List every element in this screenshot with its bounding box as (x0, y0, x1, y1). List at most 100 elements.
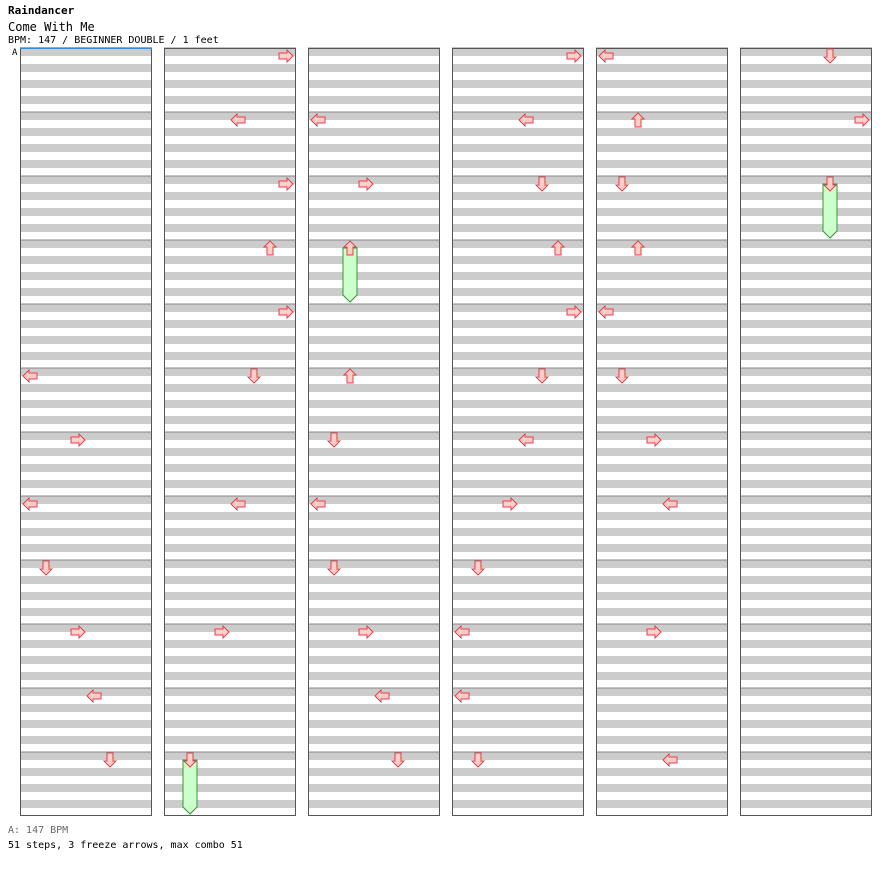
beat-stripe (740, 192, 872, 200)
beat-stripe (740, 608, 872, 616)
beat-stripe (308, 496, 440, 504)
freeze-arrow (342, 247, 358, 303)
beat-stripe (164, 512, 296, 520)
beat-stripe (20, 560, 152, 568)
beat-stripe (164, 576, 296, 584)
beat-stripe (20, 704, 152, 712)
beat-stripe (164, 320, 296, 328)
beat-stripe (740, 112, 872, 120)
beat-stripe (20, 576, 152, 584)
bpm-legend: A: 147 BPM (8, 825, 69, 836)
beat-stripe (20, 608, 152, 616)
beat-stripe (452, 688, 584, 696)
beat-stripe (452, 320, 584, 328)
beat-stripe (20, 288, 152, 296)
beat-stripe (452, 224, 584, 232)
beat-stripe (596, 96, 728, 104)
beat-stripe (308, 464, 440, 472)
beat-stripe (308, 736, 440, 744)
freeze-arrow (822, 183, 838, 239)
beat-stripe (164, 272, 296, 280)
beat-stripe (452, 720, 584, 728)
beat-stripe (164, 432, 296, 440)
beat-stripe (452, 272, 584, 280)
beat-stripe (596, 160, 728, 168)
beat-stripe (164, 464, 296, 472)
beat-stripe (740, 576, 872, 584)
beat-stripe (740, 96, 872, 104)
beat-stripe (308, 624, 440, 632)
beat-stripe (740, 512, 872, 520)
beat-stripe (164, 80, 296, 88)
beat-stripe (164, 64, 296, 72)
beat-stripe (452, 464, 584, 472)
beat-stripe (452, 112, 584, 120)
beat-stripe (20, 176, 152, 184)
beat-stripe (20, 272, 152, 280)
beat-stripe (308, 672, 440, 680)
beat-stripe (596, 720, 728, 728)
beat-stripe (596, 480, 728, 488)
beat-stripe (452, 592, 584, 600)
beat-stripe (596, 320, 728, 328)
step-chart (20, 47, 872, 816)
beat-stripe (20, 400, 152, 408)
beat-stripe (452, 448, 584, 456)
beat-stripe (308, 112, 440, 120)
beat-stripe (20, 448, 152, 456)
beat-stripe (20, 96, 152, 104)
beat-stripe (308, 640, 440, 648)
beat-stripe (740, 128, 872, 136)
beat-stripe (308, 144, 440, 152)
beat-stripe (20, 624, 152, 632)
beat-stripe (596, 336, 728, 344)
beat-stripe (308, 352, 440, 360)
beat-stripe (164, 544, 296, 552)
beat-stripe (164, 256, 296, 264)
beat-stripe (740, 704, 872, 712)
beat-stripe (452, 800, 584, 808)
beat-stripe (740, 784, 872, 792)
beat-stripe (740, 592, 872, 600)
beat-stripe (20, 80, 152, 88)
beat-stripe (308, 448, 440, 456)
beat-stripe (740, 80, 872, 88)
beat-stripe (740, 720, 872, 728)
beat-stripe (740, 352, 872, 360)
beat-stripe (596, 752, 728, 760)
beat-stripe (308, 48, 440, 56)
beat-stripe (740, 656, 872, 664)
beat-stripe (740, 240, 872, 248)
beat-stripe (308, 176, 440, 184)
beat-stripe (308, 576, 440, 584)
beat-stripe (308, 800, 440, 808)
beat-stripe (596, 304, 728, 312)
beat-stripe (308, 704, 440, 712)
beat-stripe (596, 400, 728, 408)
beat-stripe (20, 304, 152, 312)
beat-stripe (452, 304, 584, 312)
beat-stripe (740, 480, 872, 488)
beat-stripe (452, 336, 584, 344)
beat-stripe (596, 624, 728, 632)
beat-stripe (308, 160, 440, 168)
beat-stripe (164, 448, 296, 456)
beat-stripe (740, 384, 872, 392)
beat-stripe (740, 688, 872, 696)
beat-stripe (20, 208, 152, 216)
beat-stripe (308, 560, 440, 568)
beat-stripe (740, 768, 872, 776)
beat-stripe (164, 560, 296, 568)
beat-stripe (164, 736, 296, 744)
beat-stripe (308, 304, 440, 312)
beat-stripe (308, 400, 440, 408)
beat-stripe (308, 720, 440, 728)
beat-stripe (20, 512, 152, 520)
beat-stripe (164, 160, 296, 168)
beat-stripe (740, 736, 872, 744)
beat-stripe (308, 320, 440, 328)
beat-stripe (452, 160, 584, 168)
beat-stripe (20, 688, 152, 696)
beat-stripe (20, 480, 152, 488)
beat-stripe (596, 128, 728, 136)
